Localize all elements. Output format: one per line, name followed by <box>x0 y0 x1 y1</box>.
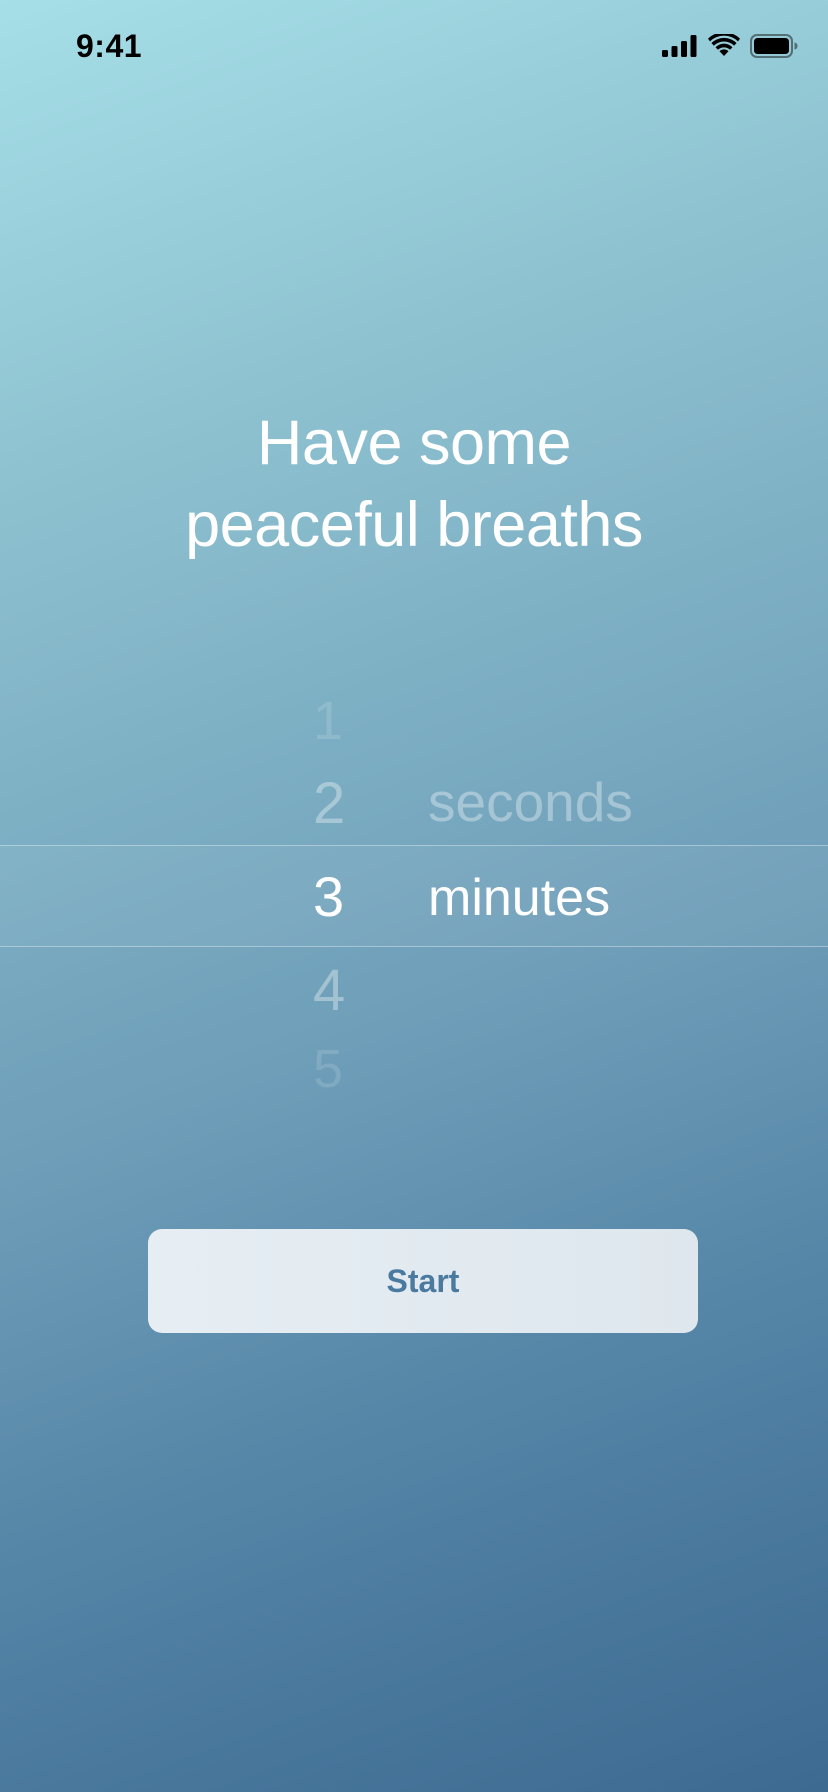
signal-icon <box>662 35 698 57</box>
picker-unit-seconds[interactable]: seconds <box>428 770 633 834</box>
picker-selection-band <box>0 845 828 947</box>
page-title: Have some peaceful breaths <box>0 402 828 566</box>
status-time: 9:41 <box>76 28 143 64</box>
picker-unit-minutes-selected[interactable]: minutes <box>428 868 610 928</box>
picker-number-1[interactable]: 1 <box>313 690 373 752</box>
wifi-icon <box>708 34 740 58</box>
title-line-1: Have some <box>256 408 572 478</box>
picker-number-5[interactable]: 5 <box>313 1038 373 1100</box>
picker-number-2[interactable]: 2 <box>313 770 373 837</box>
breathing-setup-screen: 9:41 Have some peaceful breaths 1 2 3 4 … <box>0 0 828 1792</box>
status-icons <box>662 34 798 58</box>
start-button[interactable]: Start <box>148 1229 698 1333</box>
title-line-2: peaceful breaths <box>185 490 643 560</box>
picker-number-4[interactable]: 4 <box>313 957 373 1024</box>
status-bar: 9:41 <box>0 0 828 94</box>
picker-number-3-selected[interactable]: 3 <box>313 864 373 929</box>
start-button-label: Start <box>386 1262 460 1299</box>
battery-icon <box>750 34 798 58</box>
